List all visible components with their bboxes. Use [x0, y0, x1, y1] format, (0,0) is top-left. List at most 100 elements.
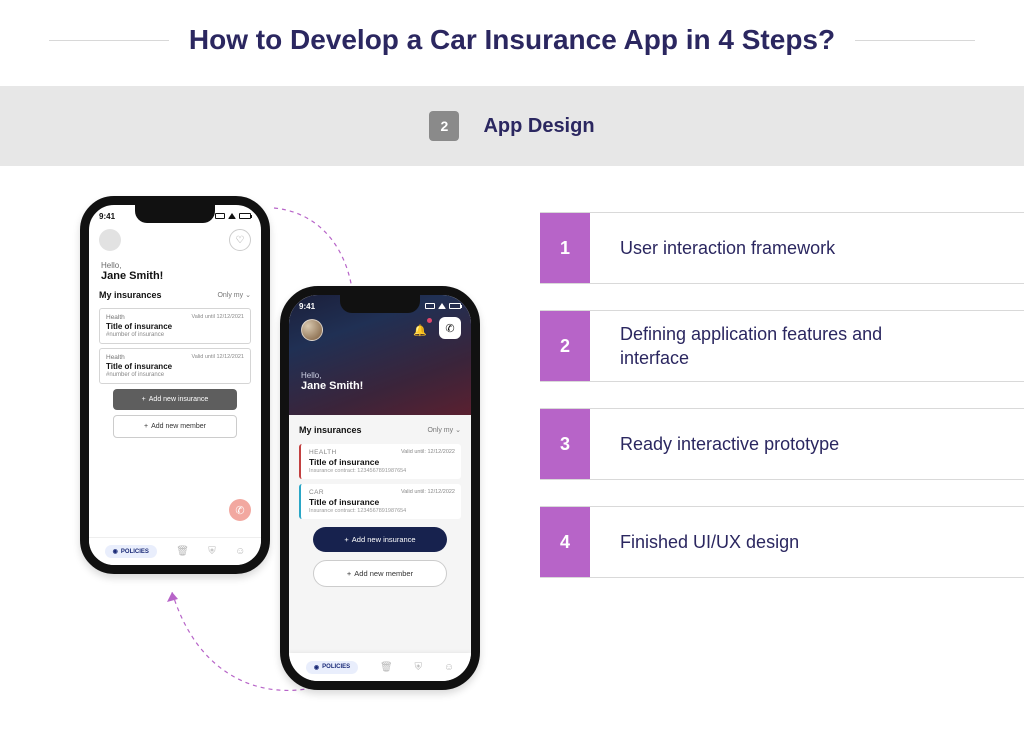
step-item-text: Defining application features and interf…: [590, 311, 950, 381]
avatar[interactable]: [301, 319, 323, 341]
tab-profile-icon[interactable]: ☺: [444, 662, 454, 673]
tab-policies[interactable]: ◉ POLICIES: [306, 661, 358, 674]
filter-label: Only my: [427, 427, 453, 434]
step-band: 2 App Design: [0, 86, 1024, 166]
button-label: Add new member: [354, 569, 413, 578]
card-subtitle: Insurance contract: 1234567891987654: [309, 468, 455, 474]
card-subtitle: #number of insurance: [106, 332, 244, 338]
button-label: Add new insurance: [149, 396, 209, 403]
mockup-area: 9:41 ♡ Hello, Jane Smith! My insurances …: [40, 196, 500, 716]
tab-bar: ◉ POLICIES 🗑 ⛨ ☺: [289, 653, 471, 681]
phone-notch: [340, 295, 420, 313]
wireframe-phone: 9:41 ♡ Hello, Jane Smith! My insurances …: [80, 196, 270, 574]
step-item-number: 2: [540, 311, 590, 381]
card-subtitle: #number of insurance: [106, 372, 244, 378]
card-validity: Valid until: 12/12/2022: [401, 489, 455, 495]
step-item-1: 1 User interaction framework: [540, 212, 1024, 284]
step-item-3: 3 Ready interactive prototype: [540, 408, 1024, 480]
status-icons: [425, 303, 461, 309]
notifications-button[interactable]: ♡: [229, 229, 251, 251]
phone-icon: ✆: [235, 504, 244, 517]
content-row: 9:41 ♡ Hello, Jane Smith! My insurances …: [0, 166, 1024, 716]
add-insurance-button[interactable]: + Add new insurance: [313, 527, 447, 552]
status-time: 9:41: [99, 212, 115, 221]
card-title: Title of insurance: [309, 457, 455, 467]
shield-icon: ◉: [113, 548, 118, 555]
greeting-prefix: Hello,: [89, 251, 261, 270]
page-title-row: How to Develop a Car Insurance App in 4 …: [0, 0, 1024, 56]
step-item-text: Finished UI/UX design: [590, 507, 829, 577]
wifi-icon: [228, 213, 236, 219]
plus-icon: +: [344, 535, 348, 544]
step-label: App Design: [483, 115, 594, 138]
step-item-4: 4 Finished UI/UX design: [540, 506, 1024, 578]
hero-header: 9:41 🔔 ✆ Hello, Jane Smith!: [289, 295, 471, 415]
add-member-button[interactable]: + Add new member: [313, 560, 447, 587]
phone-notch: [135, 205, 215, 223]
step-number-badge: 2: [429, 111, 459, 141]
step-item-number: 1: [540, 213, 590, 283]
section-header: My insurances Only my ⌄: [289, 419, 471, 439]
tab-label: POLICIES: [322, 664, 350, 670]
filter-dropdown[interactable]: Only my ⌄: [217, 291, 251, 299]
step-item-text: Ready interactive prototype: [590, 409, 869, 479]
card-title: Title of insurance: [309, 497, 455, 507]
step-item-2: 2 Defining application features and inte…: [540, 310, 1024, 382]
hifi-phone: 9:41 🔔 ✆ Hello, Jane Smith!: [280, 286, 480, 690]
greeting-name: Jane Smith!: [89, 270, 261, 290]
card-validity: Valid until 12/12/2021: [192, 314, 245, 320]
filter-dropdown[interactable]: Only my ⌄: [427, 426, 461, 434]
wifi-icon: [438, 303, 446, 309]
signal-icon: [215, 213, 225, 219]
insurance-card-health[interactable]: HEALTH Valid until: 12/12/2022 Title of …: [299, 444, 461, 479]
section-title: My insurances: [99, 290, 162, 300]
tab-bar: ◉ POLICIES 🗑 ⛨ ☺: [89, 537, 261, 565]
step-item-text: User interaction framework: [590, 213, 865, 283]
chevron-down-icon: ⌄: [455, 426, 461, 434]
battery-icon: [239, 213, 251, 219]
step-item-number: 3: [540, 409, 590, 479]
insurance-card-car[interactable]: CAR Valid until: 12/12/2022 Title of ins…: [299, 484, 461, 519]
phone-body: My insurances Only my ⌄ HEALTH Valid unt…: [289, 415, 471, 653]
tab-trash-icon[interactable]: 🗑: [176, 546, 189, 557]
tab-trash-icon[interactable]: 🗑: [380, 662, 393, 673]
tab-policies[interactable]: ◉ POLICIES: [105, 545, 157, 558]
bell-icon: 🔔: [413, 324, 427, 337]
tab-profile-icon[interactable]: ☺: [235, 546, 245, 557]
section-title: My insurances: [299, 425, 362, 435]
card-title: Title of insurance: [106, 362, 244, 371]
tab-claims-icon[interactable]: ⛨: [415, 662, 423, 673]
call-fab[interactable]: ✆: [229, 499, 251, 521]
card-validity: Valid until: 12/12/2022: [401, 449, 455, 455]
notification-badge: [427, 318, 432, 323]
plus-icon: +: [347, 569, 351, 578]
greeting-name: Jane Smith!: [289, 380, 471, 400]
chevron-down-icon: ⌄: [245, 291, 251, 299]
notifications-button[interactable]: 🔔: [409, 319, 431, 341]
status-icons: [215, 213, 251, 219]
tab-claims-icon[interactable]: ⛨: [208, 546, 216, 557]
steps-list: 1 User interaction framework 2 Defining …: [540, 196, 1024, 716]
shield-icon: ◉: [314, 664, 319, 671]
add-member-button[interactable]: + Add new member: [113, 415, 237, 438]
phone-icon: ✆: [445, 322, 454, 335]
divider-left: [49, 40, 169, 41]
button-label: Add new insurance: [352, 535, 416, 544]
step-item-number: 4: [540, 507, 590, 577]
call-button[interactable]: ✆: [439, 317, 461, 339]
avatar-placeholder[interactable]: [99, 229, 121, 251]
bell-icon: ♡: [236, 235, 245, 246]
tab-label: POLICIES: [121, 549, 149, 555]
button-label: Add new member: [151, 423, 206, 430]
card-subtitle: Insurance contract: 1234567891987654: [309, 508, 455, 514]
filter-label: Only my: [217, 292, 243, 299]
battery-icon: [449, 303, 461, 309]
insurance-card[interactable]: Health Valid until 12/12/2021 Title of i…: [99, 308, 251, 344]
plus-icon: +: [144, 423, 148, 430]
section-header: My insurances Only my ⌄: [89, 290, 261, 304]
card-validity: Valid until 12/12/2021: [192, 354, 245, 360]
divider-right: [855, 40, 975, 41]
insurance-card[interactable]: Health Valid until 12/12/2021 Title of i…: [99, 348, 251, 384]
add-insurance-button[interactable]: + Add new insurance: [113, 389, 237, 410]
page-title: How to Develop a Car Insurance App in 4 …: [189, 24, 835, 56]
